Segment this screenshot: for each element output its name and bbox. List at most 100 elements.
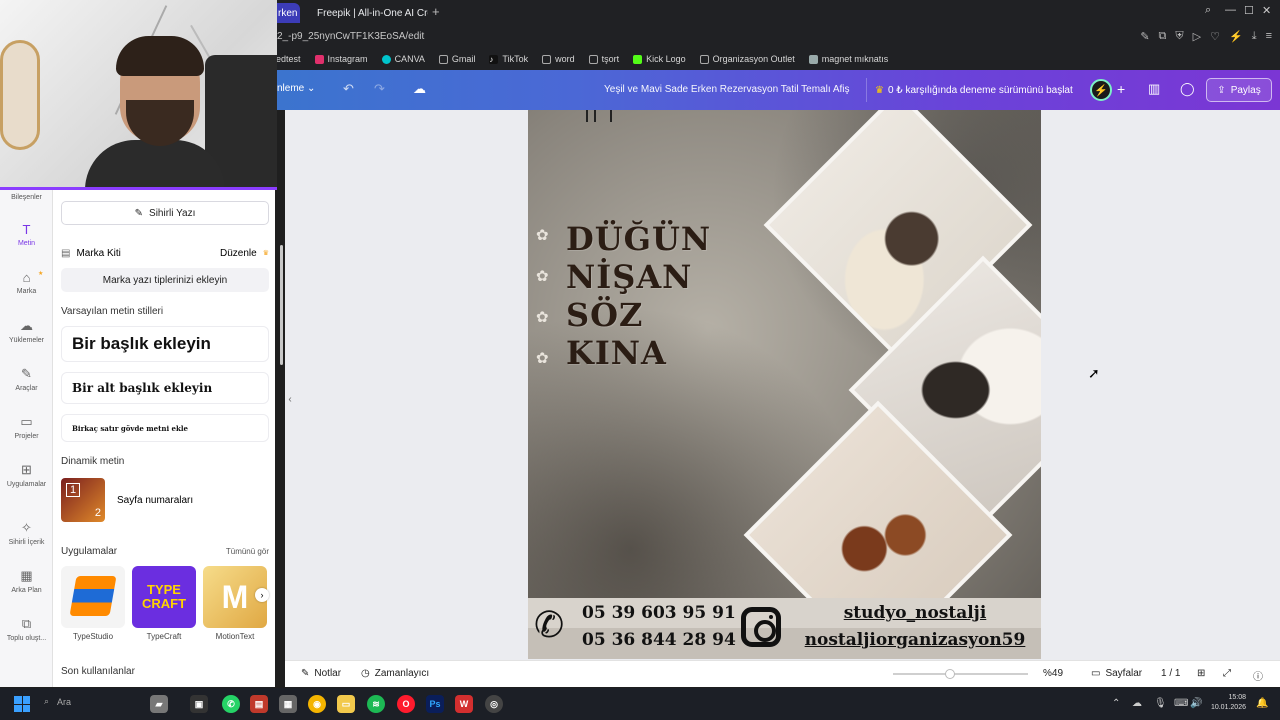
rail-item-magic-media[interactable]: ✧ Sihirli İçerik: [0, 520, 53, 546]
trial-button[interactable]: ♛ 0 ₺ karşılığında deneme sürümünü başlat: [866, 78, 1081, 102]
bookmark-item[interactable]: word: [542, 54, 575, 64]
collapse-panel-icon[interactable]: ‹: [283, 390, 297, 408]
magic-bolt-icon[interactable]: ⚡: [1090, 79, 1112, 101]
bookmark-item[interactable]: ♪ TikTok: [489, 54, 528, 64]
task-view-icon[interactable]: ▣: [190, 695, 208, 713]
text-icon: T: [22, 222, 31, 237]
zoom-slider[interactable]: [893, 673, 1028, 675]
zoom-slider-handle[interactable]: [945, 669, 955, 679]
bookmark-page-icon[interactable]: ✎: [1140, 30, 1149, 43]
zoom-level[interactable]: %49: [1043, 668, 1063, 679]
undo-icon[interactable]: ↶: [343, 81, 354, 97]
comment-icon[interactable]: ◯: [1180, 81, 1195, 97]
download-icon[interactable]: ⤓: [1252, 30, 1257, 43]
app-motiontext[interactable]: M MotionText: [203, 566, 267, 641]
share-button[interactable]: ⇪ Paylaş: [1206, 78, 1272, 102]
rail-item-elements[interactable]: Bileşenler: [0, 194, 53, 201]
social-handle: nostaljiorganizasyon59: [804, 630, 1026, 650]
cloud-save-icon[interactable]: ☁: [413, 81, 426, 97]
chrome-icon[interactable]: ◉: [308, 695, 326, 713]
wps-office-icon[interactable]: W: [455, 695, 473, 713]
bookmark-item[interactable]: Instagram: [314, 54, 368, 64]
edit-mode-menu[interactable]: nleme ⌄: [277, 83, 315, 94]
rail-label: Marka: [16, 288, 37, 295]
brand-kit-edit-link[interactable]: Düzenle: [220, 248, 257, 259]
app-typecraft[interactable]: TYPE CRAFT TypeCraft: [132, 566, 196, 641]
onedrive-icon[interactable]: ☁: [1132, 698, 1142, 709]
url-field[interactable]: 2_-p9_25nynCwTF1K3EoSA/edit: [277, 31, 424, 42]
news-app-icon[interactable]: ▤: [250, 695, 268, 713]
calculator-icon[interactable]: ▦: [279, 695, 297, 713]
rail-item-text[interactable]: T Metin: [0, 222, 53, 247]
search-tabs-icon[interactable]: ⌕: [1205, 4, 1211, 17]
timer-button[interactable]: ◷ Zamanlayıcı: [361, 668, 429, 679]
heart-icon[interactable]: ♡: [1210, 30, 1220, 43]
bookmark-item[interactable]: tşort: [588, 54, 619, 64]
bookmark-item[interactable]: magnet mıknatıs: [808, 54, 888, 64]
grid-view-icon[interactable]: ⊞: [1197, 668, 1205, 679]
minimize-icon[interactable]: —: [1225, 4, 1236, 16]
app-typestudio[interactable]: TypeStudio: [61, 566, 125, 641]
widget-car-icon[interactable]: ▰: [150, 695, 168, 713]
more-menu-icon[interactable]: ≡: [1266, 30, 1272, 43]
taskbar-search[interactable]: ⌕ Ara: [44, 696, 71, 707]
bookmark-item[interactable]: Kick Logo: [633, 54, 686, 64]
bookmark-item[interactable]: Organizasyon Outlet: [699, 54, 795, 64]
rail-item-tools[interactable]: ✎ Araçlar: [0, 366, 53, 392]
event-list[interactable]: DÜĞÜN NİŞAN SÖZ KINA: [566, 220, 711, 372]
tray-chevron-icon[interactable]: ⌃: [1112, 698, 1120, 709]
play-icon[interactable]: ▷: [1193, 30, 1201, 43]
add-body-text-button[interactable]: Birkaç satır gövde metni ekle: [61, 414, 269, 442]
pages-button[interactable]: ▭ Sayfalar: [1091, 668, 1142, 679]
file-explorer-icon[interactable]: ▭: [337, 695, 355, 713]
bookmark-item[interactable]: Gmail: [438, 54, 475, 64]
page-numbers-item[interactable]: 1 2 Sayfa numaraları: [61, 478, 269, 522]
redo-icon[interactable]: ↷: [374, 81, 385, 97]
panel-scrollbar[interactable]: [277, 235, 283, 675]
rail-item-brand[interactable]: ★ ⌂ Marka: [0, 270, 53, 295]
add-collaborator-icon[interactable]: +: [1117, 81, 1125, 97]
poster-design[interactable]: ✿ ✿ ✿ ✿ DÜĞÜN NİŞAN SÖZ KINA ✆ 05 39 603…: [528, 110, 1041, 659]
see-all-link[interactable]: Tümünü gör: [226, 547, 269, 556]
windows-start-icon[interactable]: [14, 696, 30, 712]
extension-bolt-icon[interactable]: ⚡: [1229, 30, 1243, 43]
insights-chart-icon[interactable]: ▥: [1148, 81, 1160, 97]
whatsapp-icon[interactable]: ✆: [222, 695, 240, 713]
photoshop-icon[interactable]: Ps: [426, 695, 444, 713]
rail-item-uploads[interactable]: ☁ Yüklemeler: [0, 318, 53, 344]
add-heading-button[interactable]: Bir başlık ekleyin: [61, 326, 269, 362]
maximize-icon[interactable]: ☐: [1244, 4, 1254, 17]
magic-write-button[interactable]: ✎ Sihirli Yazı: [61, 201, 269, 225]
close-icon[interactable]: ✕: [1262, 4, 1271, 17]
rail-item-background[interactable]: ▦ Arka Plan: [0, 568, 53, 594]
tab-freepik[interactable]: Freepik | All-in-One AI Cre: [304, 3, 428, 23]
contact-footer[interactable]: ✆ 05 39 603 95 91 05 36 844 28 94 studyo…: [528, 598, 1041, 659]
notes-button[interactable]: ✎ Notlar: [301, 668, 341, 679]
fullscreen-icon[interactable]: ⤢: [1223, 668, 1231, 679]
davinci-icon[interactable]: ◎: [485, 695, 503, 713]
screenshot-icon[interactable]: ⧉: [1159, 30, 1167, 43]
background-icon: ▦: [20, 568, 33, 583]
shield-icon[interactable]: ⛨: [1175, 30, 1183, 43]
chevron-right-icon[interactable]: ›: [255, 588, 269, 602]
spotify-icon[interactable]: ≋: [367, 695, 385, 713]
bookmark-item[interactable]: edtest: [276, 54, 301, 64]
network-icon[interactable]: ⌨: [1174, 698, 1188, 709]
add-brand-fonts-button[interactable]: Marka yazı tiplerinizi ekleyin: [61, 268, 269, 292]
image-icon: [808, 54, 818, 64]
help-icon[interactable]: ⓘ: [1253, 668, 1263, 683]
add-subheading-button[interactable]: Bir alt başlık ekleyin: [61, 372, 269, 404]
rail-item-apps[interactable]: ⊞ Uygulamalar: [0, 462, 53, 488]
rail-item-projects[interactable]: ▭ Projeler: [0, 414, 53, 440]
opera-icon[interactable]: O: [397, 695, 415, 713]
microphone-icon[interactable]: 🎙: [1154, 698, 1167, 709]
system-clock[interactable]: 15:08 10.01.2026: [1211, 693, 1246, 713]
notification-bell-icon[interactable]: 🔔: [1256, 698, 1268, 709]
apps-header: Uygulamalar Tümünü gör: [61, 546, 269, 557]
rail-item-bulk-create[interactable]: ⧉ Toplu oluşt...: [0, 616, 53, 642]
phone-icon: ✆: [534, 604, 565, 645]
volume-icon[interactable]: 🔊: [1190, 698, 1202, 709]
new-tab-icon[interactable]: +: [432, 4, 440, 19]
document-title[interactable]: Yeşil ve Mavi Sade Erken Rezervasyon Tat…: [604, 84, 850, 95]
bookmark-item[interactable]: CANVA: [381, 54, 425, 64]
